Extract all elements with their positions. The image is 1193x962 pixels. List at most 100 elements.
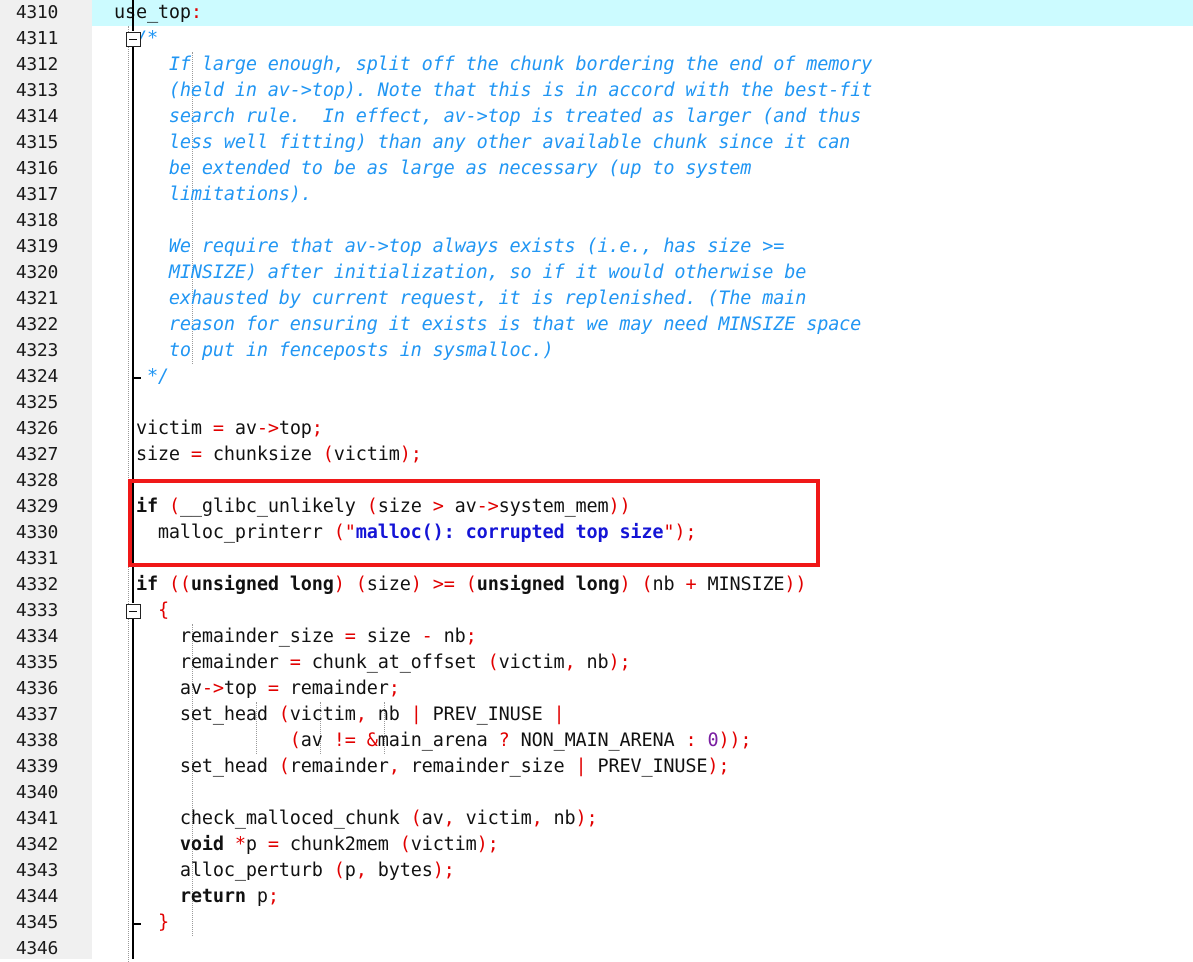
token-id: set_head	[92, 704, 279, 725]
code-line[interactable]: search rule. In effect, av->top is treat…	[92, 104, 1193, 130]
token-id: remainder	[278, 678, 389, 699]
fold-range-line	[132, 377, 134, 603]
token-p: =	[212, 418, 224, 439]
code-line[interactable]: malloc_printerr ("malloc(): corrupted to…	[92, 520, 1193, 546]
code-area[interactable]: use_top: /* If large enough, split off t…	[0, 0, 1193, 962]
line-number: 4315	[15, 132, 58, 153]
token-id: remainder_size	[92, 626, 345, 647]
token-id	[224, 834, 235, 855]
code-line-text: size = chunksize (victim);	[92, 444, 422, 465]
code-line[interactable]: (held in av->top). Note that this is in …	[92, 78, 1193, 104]
token-id: p	[245, 834, 268, 855]
token-p: (	[366, 496, 378, 517]
code-line[interactable]: /*	[92, 26, 1193, 52]
code-line[interactable]: void *p = chunk2mem (victim);	[92, 832, 1193, 858]
code-line[interactable]: MINSIZE) after initialization, so if it …	[92, 260, 1193, 286]
token-id: bytes	[366, 860, 433, 881]
token-p: :	[190, 2, 202, 23]
code-line[interactable]: use_top:	[0, 0, 1193, 26]
code-line-text: check_malloced_chunk (av, victim, nb);	[92, 808, 598, 829]
code-line[interactable]: (av != &main_arena ? NON_MAIN_ARENA : 0)…	[92, 728, 1193, 754]
line-number: 4332	[15, 574, 58, 595]
code-line[interactable]: set_head (remainder, remainder_size | PR…	[92, 754, 1193, 780]
code-line[interactable]: victim = av->top;	[92, 416, 1193, 442]
line-number: 4338	[15, 730, 58, 751]
line-number: 4327	[15, 444, 58, 465]
code-line[interactable]: size = chunksize (victim);	[92, 442, 1193, 468]
token-p: ,	[443, 808, 455, 829]
token-id: nb	[432, 626, 466, 647]
token-id: alloc_perturb	[92, 860, 334, 881]
token-cm: less well fitting) than any other availa…	[92, 132, 851, 153]
code-line[interactable]	[92, 390, 1193, 416]
line-number: 4325	[15, 392, 58, 413]
token-p: >	[432, 496, 444, 517]
code-folding-gutter[interactable]	[64, 0, 141, 959]
token-p: ("	[333, 522, 356, 543]
code-line[interactable]: */	[92, 364, 1193, 390]
code-line-text: search rule. In effect, av->top is treat…	[92, 106, 861, 127]
token-id	[345, 574, 356, 595]
code-line[interactable]: If large enough, split off the chunk bor…	[92, 52, 1193, 78]
code-line[interactable]: exhausted by current request, it is repl…	[92, 286, 1193, 312]
line-number: 4330	[15, 522, 58, 543]
token-p: );	[476, 834, 499, 855]
code-line[interactable]: alloc_perturb (p, bytes);	[92, 858, 1193, 884]
token-id: main_arena	[377, 730, 499, 751]
token-id: size	[377, 496, 433, 517]
code-line[interactable]: less well fitting) than any other availa…	[92, 130, 1193, 156]
code-line-text: remainder = chunk_at_offset (victim, nb)…	[92, 652, 631, 673]
token-id: system_mem	[498, 496, 609, 517]
token-p: >=	[432, 574, 455, 595]
code-line[interactable]: be extended to be as large as necessary …	[92, 156, 1193, 182]
code-line[interactable]: to put in fenceposts in sysmalloc.)	[92, 338, 1193, 364]
token-p: }	[157, 912, 169, 933]
token-p: ((	[168, 574, 191, 595]
code-line[interactable]: return p;	[92, 884, 1193, 910]
code-line[interactable]: remainder = chunk_at_offset (victim, nb)…	[92, 650, 1193, 676]
code-line[interactable]: check_malloced_chunk (av, victim, nb);	[92, 806, 1193, 832]
line-number: 4322	[15, 314, 58, 335]
token-p: (	[322, 444, 334, 465]
code-line[interactable]: if (__glibc_unlikely (size > av->system_…	[92, 494, 1193, 520]
token-p: &	[366, 730, 378, 751]
token-id	[696, 730, 707, 751]
code-line[interactable]: remainder_size = size - nb;	[92, 624, 1193, 650]
code-line-text: return p;	[92, 886, 279, 907]
line-number: 4318	[15, 210, 58, 231]
token-cm: MINSIZE) after initialization, so if it …	[92, 262, 807, 283]
code-line[interactable]	[92, 780, 1193, 806]
token-cm: limitations).	[92, 184, 312, 205]
token-p: ,	[388, 756, 400, 777]
code-line[interactable]: We require that av->top always exists (i…	[92, 234, 1193, 260]
line-number: 4316	[15, 158, 58, 179]
line-number: 4343	[15, 860, 58, 881]
token-kw: unsigned long	[190, 574, 334, 595]
token-p: ,	[531, 808, 543, 829]
code-line[interactable]: limitations).	[92, 182, 1193, 208]
token-id: chunk_at_offset	[300, 652, 488, 673]
token-p: )	[410, 574, 422, 595]
code-line[interactable]	[92, 546, 1193, 572]
code-line[interactable]	[92, 208, 1193, 234]
line-number: 4340	[15, 782, 58, 803]
code-line[interactable]: }	[92, 910, 1193, 936]
line-number: 4319	[15, 236, 58, 257]
token-p: ;	[388, 678, 400, 699]
code-line[interactable]: reason for ensuring it exists is that we…	[92, 312, 1193, 338]
token-p: ,	[355, 860, 367, 881]
token-p: );	[575, 808, 598, 829]
line-number: 4337	[15, 704, 58, 725]
code-line[interactable]: set_head (victim, nb | PREV_INUSE |	[92, 702, 1193, 728]
fold-collapse-icon[interactable]	[126, 32, 141, 47]
code-line[interactable]	[92, 936, 1193, 962]
token-p: ");	[663, 522, 697, 543]
line-number: 4323	[15, 340, 58, 361]
code-line[interactable]: av->top = remainder;	[92, 676, 1193, 702]
token-id: MINSIZE	[696, 574, 785, 595]
token-id: victim	[92, 418, 213, 439]
fold-collapse-icon[interactable]	[126, 604, 141, 619]
code-line[interactable]: {	[92, 598, 1193, 624]
code-line[interactable]: if ((unsigned long) (size) >= (unsigned …	[92, 572, 1193, 598]
code-line[interactable]	[92, 468, 1193, 494]
